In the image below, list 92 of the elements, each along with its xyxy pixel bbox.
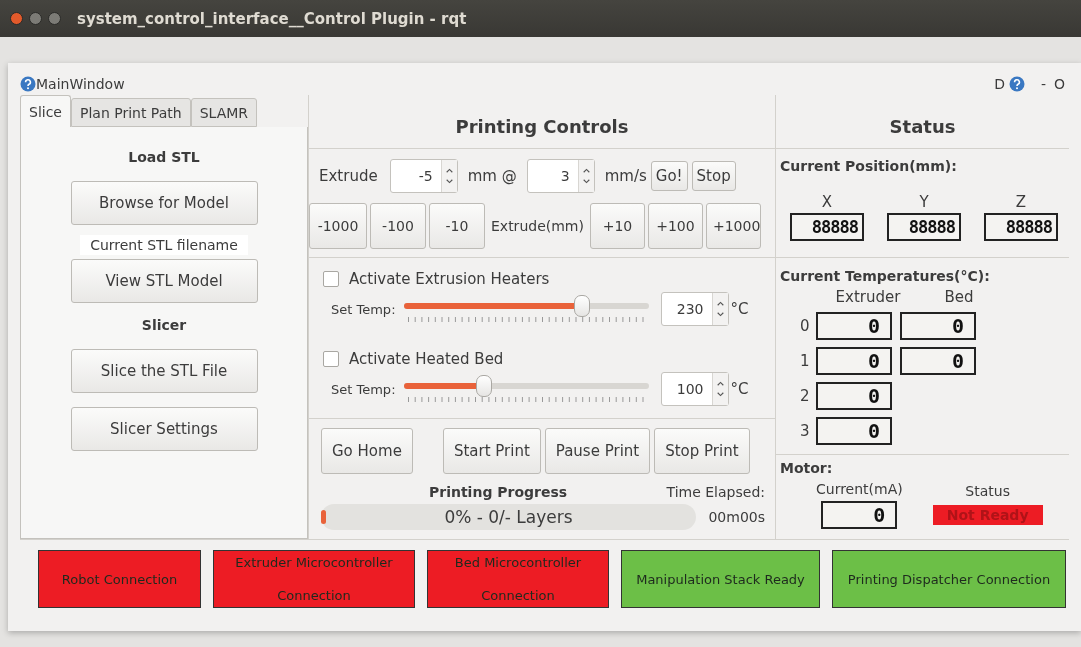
amount-spinbox[interactable]: -5	[389, 159, 458, 193]
jog-button[interactable]: +10	[589, 203, 645, 249]
lcd-display: 0	[816, 311, 892, 340]
row-index: 0	[800, 316, 808, 335]
spin-arrows-icon[interactable]	[711, 293, 728, 325]
unit-label: °C	[730, 300, 749, 318]
close-icon[interactable]	[10, 12, 23, 25]
motor-title: Motor:	[780, 460, 833, 476]
panel-button[interactable]: Slicer Settings	[70, 407, 258, 451]
status-label: Status	[965, 483, 1010, 499]
lcd-display: 88888	[790, 213, 864, 241]
speed-spinbox[interactable]: 3	[526, 159, 595, 193]
section-heading: Slicer	[141, 317, 187, 333]
row-index: 2	[800, 386, 808, 405]
tab[interactable]: Slice	[20, 95, 71, 127]
jog-button[interactable]: +100	[647, 203, 703, 249]
axis-label: Y	[919, 193, 929, 211]
jog-label: Extrude(mm)	[491, 218, 584, 234]
progress-title: Printing Progress	[429, 484, 568, 500]
checkbox[interactable]	[323, 351, 339, 367]
axis-label: X	[821, 193, 833, 211]
panel-button[interactable]: Slice the STL File	[70, 349, 258, 393]
connection-indicator: Robot Connection	[38, 550, 201, 608]
help-icon[interactable]	[20, 76, 36, 92]
checkbox-label: Activate Heated Bed	[349, 350, 504, 368]
minimize-control[interactable]: -	[1040, 76, 1046, 92]
set-temp-label: Set Temp:	[331, 301, 396, 317]
tab[interactable]: Plan Print Path	[71, 98, 191, 127]
extrude-label: Extrude	[319, 167, 378, 185]
jog-button[interactable]: -1000	[309, 203, 367, 249]
temperature-spinbox[interactable]: 230	[660, 292, 729, 326]
unit-label: mm @	[467, 167, 517, 185]
axis-label: Z	[1015, 193, 1027, 211]
spin-arrows-icon[interactable]	[577, 160, 594, 192]
motor-status: Not Ready	[932, 505, 1043, 525]
current-label: Current(mA)	[816, 481, 903, 497]
lcd-display: 0	[816, 416, 892, 445]
time-label: Time Elapsed:	[666, 484, 765, 500]
temperatures-title: Current Temperatures(°C):	[780, 268, 990, 284]
panel-button[interactable]: Browse for Model	[70, 181, 258, 225]
lcd-display: 0	[821, 501, 898, 529]
checkbox[interactable]	[323, 271, 339, 287]
section-title: Printing Controls	[309, 105, 775, 149]
dock-control[interactable]: D	[994, 76, 1005, 92]
slider[interactable]	[403, 295, 649, 317]
set-temp-label: Set Temp:	[331, 381, 396, 397]
unit-label: °C	[730, 380, 749, 398]
lcd-display: 0	[816, 381, 892, 410]
connection-indicator: Printing Dispatcher Connection	[832, 550, 1066, 608]
print-action-button[interactable]: Pause Print	[544, 428, 651, 474]
connection-indicator: Bed Microcontroller Connection	[427, 550, 609, 608]
temperature-spinbox[interactable]: 100	[660, 372, 729, 406]
print-action-button[interactable]: Stop Print	[654, 428, 750, 474]
row-index: 1	[800, 351, 808, 370]
checkbox-label: Activate Extrusion Heaters	[349, 270, 550, 288]
tab[interactable]: SLAMR	[190, 98, 258, 127]
print-action-button[interactable]: Start Print	[442, 428, 541, 474]
column-label: Bed	[943, 288, 975, 306]
slider[interactable]	[403, 375, 649, 397]
print-action-button[interactable]: Go Home	[321, 428, 413, 474]
window-title: system_control_interface__Control Plugin - rqt	[77, 9, 467, 28]
lcd-display: 0	[816, 346, 892, 375]
row-index: 3	[800, 421, 808, 440]
filename-label: Current STL filename	[80, 235, 248, 255]
jog-button[interactable]: +1000	[705, 203, 761, 249]
jog-button[interactable]: -10	[429, 203, 485, 249]
lcd-display: 88888	[984, 213, 1058, 241]
unit-label: mm/s	[604, 167, 647, 185]
connection-indicator: Manipulation Stack Ready	[621, 550, 820, 608]
close-control[interactable]: O	[1053, 76, 1065, 92]
lcd-display: 0	[900, 311, 976, 340]
spin-arrows-icon[interactable]	[711, 373, 728, 405]
time-value: 00m00s	[708, 509, 765, 525]
minimize-icon[interactable]	[29, 12, 42, 25]
progress-text: 0% - 0/- Layers	[444, 507, 573, 527]
section-heading: Load STL	[128, 149, 200, 165]
connection-indicator: Extruder Microcontroller Connection	[213, 550, 415, 608]
plugin-title: MainWindow	[36, 76, 125, 92]
extrude-button[interactable]: Stop	[691, 161, 736, 191]
slider-handle[interactable]	[574, 295, 591, 317]
help-icon[interactable]	[1008, 76, 1025, 92]
maximize-icon[interactable]	[48, 12, 61, 25]
lcd-display: 0	[900, 346, 976, 375]
position-title: Current Position(mm):	[780, 158, 957, 174]
jog-button[interactable]: -100	[370, 203, 426, 249]
slider-handle[interactable]	[476, 375, 493, 397]
lcd-display: 88888	[887, 213, 961, 241]
section-title: Status	[776, 105, 1069, 149]
extrude-button[interactable]: Go!	[650, 161, 688, 191]
spin-arrows-icon[interactable]	[440, 160, 457, 192]
column-label: Extruder	[834, 288, 902, 306]
panel-button[interactable]: View STL Model	[70, 259, 258, 303]
